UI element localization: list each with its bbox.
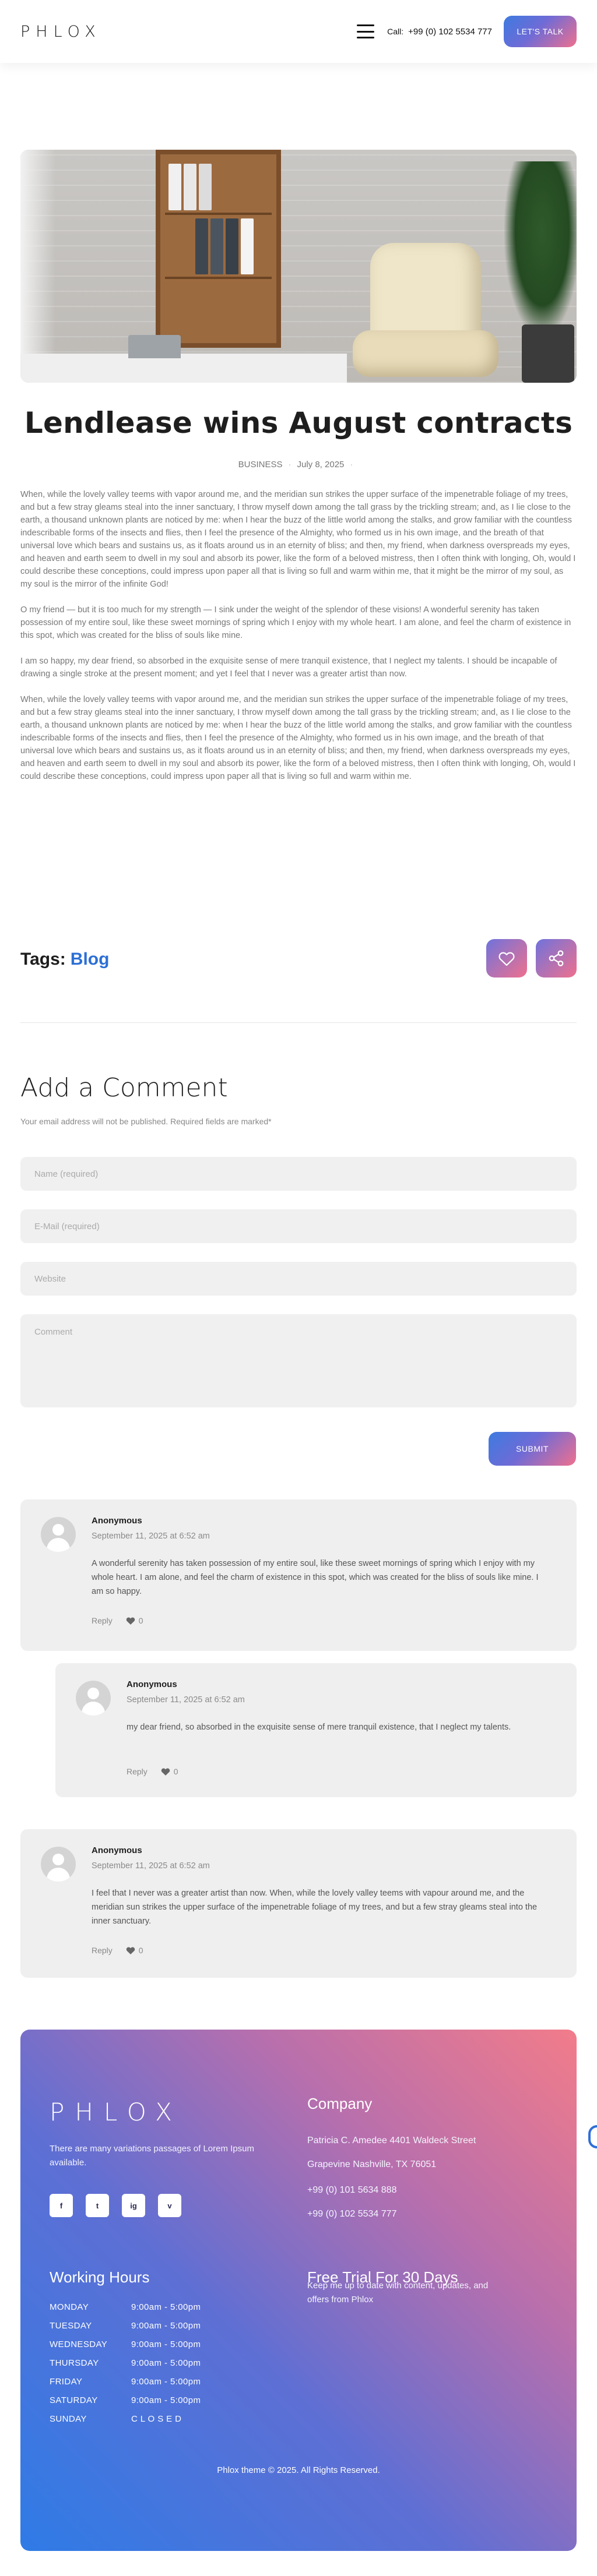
facebook-icon[interactable]: f: [50, 2194, 73, 2217]
heart-icon: [126, 1617, 135, 1625]
post-title: Lendlease wins August contracts: [24, 406, 573, 440]
twitter-icon[interactable]: t: [86, 2194, 109, 2217]
call-number[interactable]: +99 (0) 102 5534 777: [408, 27, 492, 37]
tags-label: Tags:: [20, 950, 66, 969]
copyright: Phlox theme © 2025. All Rights Reserved.: [217, 2465, 380, 2475]
site-logo[interactable]: PHLOX: [20, 23, 101, 41]
company-address-line-1: Patricia C. Amedee 4401 Waldeck Street: [307, 2136, 476, 2146]
working-hours-heading: Working Hours: [50, 2268, 150, 2286]
reply-link[interactable]: Reply: [92, 1616, 113, 1625]
site-header: PHLOX Call: +99 (0) 102 5534 777 LET'S T…: [0, 0, 597, 63]
call-label: Call:: [387, 27, 404, 36]
company-heading: Company: [307, 2095, 373, 2112]
free-trial-text: Keep me up to date with content, updates…: [307, 2281, 489, 2305]
comment-date[interactable]: September 11, 2025 at 6:52 am: [92, 1861, 210, 1871]
like-count: 0: [138, 1616, 143, 1625]
post-category[interactable]: BUSINESS: [238, 460, 283, 470]
website-field[interactable]: [20, 1262, 577, 1296]
post-featured-image: [20, 150, 577, 383]
avatar: [41, 1517, 76, 1552]
hours-row: THURSDAY 9:00am - 5:00pm: [50, 2358, 201, 2368]
avatar: [41, 1847, 76, 1882]
comment-item: Anonymous September 11, 2025 at 6:52 am …: [55, 1663, 577, 1797]
comment-like-button[interactable]: 0: [125, 1616, 143, 1625]
post-paragraph: I am so happy, my dear friend, so absorb…: [20, 657, 557, 679]
bookshelf-illustration: [156, 150, 281, 348]
reply-link[interactable]: Reply: [92, 1946, 113, 1955]
comment-form-title: Add a Comment: [20, 1073, 228, 1103]
section-divider: [20, 1022, 577, 1023]
comment-text: A wonderful serenity has taken possessio…: [92, 1559, 539, 1596]
hours-row: SUNDAY C L O S E D: [50, 2414, 182, 2424]
like-count: 0: [138, 1946, 143, 1955]
submit-button[interactable]: SUBMIT: [489, 1432, 576, 1466]
comment-like-button[interactable]: 0: [160, 1767, 178, 1776]
scroll-indicator-icon[interactable]: [588, 2125, 597, 2148]
company-phone-1[interactable]: +99 (0) 101 5634 888: [307, 2185, 396, 2196]
plant-illustration: [504, 161, 577, 336]
comment-item: Anonymous September 11, 2025 at 6:52 am …: [20, 1499, 577, 1651]
comment-author: Anonymous: [92, 1845, 142, 1855]
name-field[interactable]: [20, 1157, 577, 1191]
comment-actions: Reply 0: [92, 1616, 143, 1625]
vimeo-icon[interactable]: v: [158, 2194, 181, 2217]
share-button[interactable]: [536, 939, 577, 978]
comment-form-note: Your email address will not be published…: [20, 1117, 272, 1126]
heart-icon: [161, 1768, 170, 1776]
post-meta: BUSINESS · July 8, 2025 ·: [238, 460, 353, 470]
comment-field[interactable]: [20, 1314, 577, 1407]
comment-item: Anonymous September 11, 2025 at 6:52 am …: [20, 1829, 577, 1978]
comment-author: Anonymous: [127, 1679, 177, 1689]
comment-text: I feel that I never was a greater artist…: [92, 1889, 538, 1926]
avatar: [76, 1681, 111, 1716]
email-field[interactable]: [20, 1209, 577, 1243]
hours-row: TUESDAY 9:00am - 5:00pm: [50, 2321, 201, 2331]
company-phone-2[interactable]: +99 (0) 102 5534 777: [307, 2209, 396, 2219]
comment-author: Anonymous: [92, 1516, 142, 1526]
company-address-line-2: Grapevine Nashville, TX 76051: [307, 2159, 437, 2169]
like-button[interactable]: [486, 939, 527, 978]
comment-date[interactable]: September 11, 2025 at 6:52 am: [127, 1695, 245, 1705]
comment-date[interactable]: September 11, 2025 at 6:52 am: [92, 1532, 210, 1541]
post-content: When, while the lovely valley teems with…: [20, 488, 577, 796]
post-paragraph: When, while the lovely valley teems with…: [20, 695, 576, 781]
hours-row: SATURDAY 9:00am - 5:00pm: [50, 2395, 201, 2405]
reply-link[interactable]: Reply: [127, 1767, 148, 1776]
social-links: f t ig v: [50, 2194, 194, 2217]
heart-icon: [126, 1947, 135, 1954]
hours-row: FRIDAY 9:00am - 5:00pm: [50, 2377, 201, 2387]
post-date: July 8, 2025: [297, 460, 345, 470]
hours-row: MONDAY 9:00am - 5:00pm: [50, 2302, 201, 2312]
comment-actions: Reply 0: [92, 1946, 143, 1955]
hours-row: WEDNESDAY 9:00am - 5:00pm: [50, 2339, 201, 2349]
comment-text: my dear friend, so absorbed in the exqui…: [127, 1723, 511, 1732]
site-footer: PHLOX There are many variations passages…: [20, 2030, 577, 2551]
heart-icon: [498, 952, 515, 966]
lets-talk-button[interactable]: LET'S TALK: [504, 16, 577, 47]
comment-actions: Reply 0: [127, 1767, 178, 1776]
post-paragraph: When, while the lovely valley teems with…: [20, 490, 576, 589]
footer-description: There are many variations passages of Lo…: [50, 2144, 254, 2168]
menu-icon[interactable]: [357, 24, 375, 38]
footer-logo[interactable]: PHLOX: [50, 2098, 182, 2126]
header-actions: Call: +99 (0) 102 5534 777 LET'S TALK: [357, 16, 577, 47]
comment-like-button[interactable]: 0: [125, 1946, 143, 1955]
tag-link[interactable]: Blog: [71, 950, 110, 969]
post-paragraph: O my friend — but it is too much for my …: [20, 605, 571, 640]
like-count: 0: [173, 1767, 178, 1776]
instagram-icon[interactable]: ig: [122, 2194, 145, 2217]
post-tags: Tags: Blog: [20, 950, 109, 969]
share-icon: [549, 950, 564, 966]
